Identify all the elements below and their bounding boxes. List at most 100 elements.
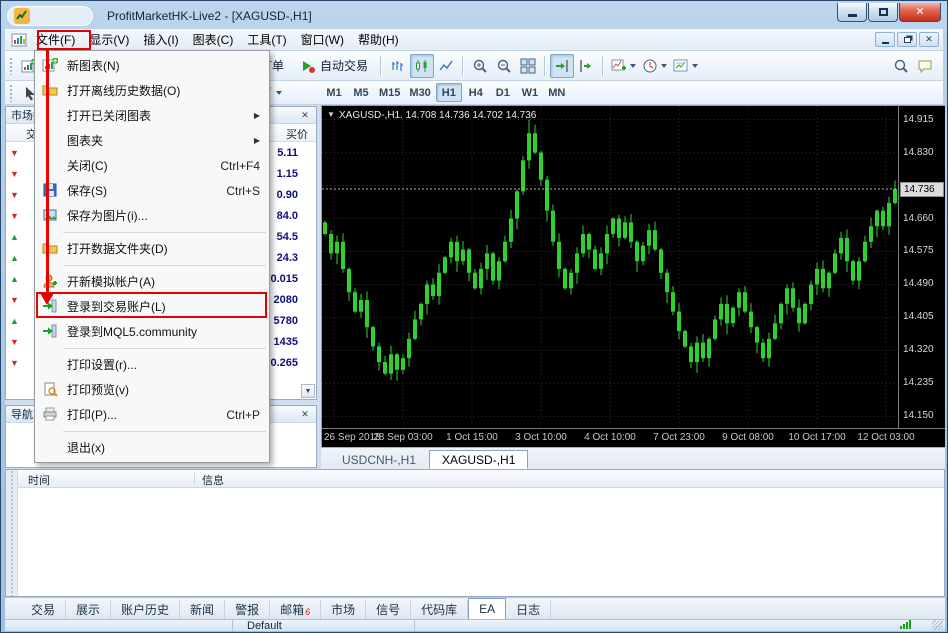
terminal-tab-邮箱[interactable]: 邮箱6 — [270, 600, 321, 619]
terminal-tab-EA[interactable]: EA — [468, 598, 506, 619]
menu-item-6[interactable]: 帮助(H) — [351, 28, 406, 51]
terminal-header: 时间 信息 — [18, 470, 944, 488]
app-logo-icon[interactable] — [14, 8, 30, 24]
templates-button[interactable] — [670, 54, 701, 78]
toolbar-grip[interactable] — [9, 57, 14, 75]
file-menu-item[interactable]: 退出(x) — [35, 435, 269, 460]
search-icon[interactable] — [889, 54, 913, 78]
timeframe-button-MN[interactable]: MN — [544, 83, 570, 102]
close-icon[interactable]: ✕ — [299, 409, 311, 420]
terminal-body[interactable] — [18, 488, 944, 596]
timeframe-button-M30[interactable]: M30 — [405, 83, 434, 102]
chart-minimize-button[interactable] — [875, 32, 895, 47]
price-tick-label: 14.830 — [903, 147, 934, 158]
timeframe-button-M15[interactable]: M15 — [375, 83, 404, 102]
quote-price: 2080 — [274, 294, 298, 306]
file-menu-item[interactable]: 开新模拟帐户(A) — [35, 269, 269, 294]
chart-window[interactable]: ▼ XAGUSD-,H1. 14.708 14.736 14.702 14.73… — [321, 105, 945, 447]
file-menu-item[interactable]: 打印预览(v) — [35, 377, 269, 402]
timeframe-button-M1[interactable]: M1 — [321, 83, 347, 102]
title-bar[interactable]: ProfitMarketHK-Live2 - [XAGUSD-,H1] ✕ — [5, 3, 943, 28]
chart-plot-area[interactable] — [322, 106, 898, 428]
time-axis[interactable]: 26 Sep 201828 Sep 03:001 Oct 15:003 Oct … — [322, 428, 945, 447]
auto-scroll-button[interactable] — [550, 54, 574, 78]
column-ask[interactable]: 买价 — [286, 126, 308, 142]
chart-restore-button[interactable] — [897, 32, 917, 47]
menu-item-4[interactable]: 工具(T) — [240, 28, 293, 51]
timeframe-button-H1[interactable]: H1 — [436, 83, 462, 102]
column-message[interactable]: 信息 — [202, 472, 224, 488]
autotrading-label: 自动交易 — [320, 57, 368, 74]
terminal-tab-市场[interactable]: 市场 — [321, 600, 366, 619]
terminal-dock-grip[interactable] — [6, 470, 18, 596]
terminal-tab-代码库[interactable]: 代码库 — [411, 600, 468, 619]
file-menu-item[interactable]: 关闭(C)Ctrl+F4 — [35, 153, 269, 178]
window-minimize-button[interactable] — [837, 3, 867, 22]
menu-bar: 文件(F)显示(V)插入(I)图表(C)工具(T)窗口(W)帮助(H) ✕ — [5, 29, 943, 51]
tile-windows-button[interactable] — [516, 54, 540, 78]
timeframe-button-H4[interactable]: H4 — [463, 83, 489, 102]
file-menu-item[interactable]: 保存(S)Ctrl+S — [35, 178, 269, 203]
menu-item-3[interactable]: 图表(C) — [186, 28, 241, 51]
chart-window-icon[interactable] — [11, 32, 29, 48]
terminal-tab-账户历史[interactable]: 账户历史 — [111, 600, 180, 619]
scroll-down-icon[interactable]: ▼ — [301, 384, 315, 398]
toolbar-grip[interactable] — [9, 84, 14, 102]
navigator-title: 导航 — [11, 406, 33, 422]
tick-down-icon: ▼ — [10, 357, 22, 369]
file-menu-item[interactable]: 新图表(N) — [35, 53, 269, 78]
chart-close-button[interactable]: ✕ — [919, 32, 939, 47]
terminal-tab-信号[interactable]: 信号 — [366, 600, 411, 619]
menu-item-2[interactable]: 插入(I) — [136, 28, 185, 51]
autotrading-button[interactable]: 自动交易 — [292, 54, 376, 78]
file-menu-item[interactable]: 打开数据文件夹(D) — [35, 236, 269, 261]
terminal-tab-bar: 交易展示账户历史新闻警报邮箱6市场信号代码库EA日志 — [5, 597, 945, 619]
column-time[interactable]: 时间 — [28, 472, 50, 488]
periods-button[interactable] — [639, 54, 670, 78]
line-chart-button[interactable] — [434, 54, 458, 78]
file-menu-item[interactable]: 打开已关闭图表▶ — [35, 103, 269, 128]
terminal-tab-新闻[interactable]: 新闻 — [180, 600, 225, 619]
zoom-out-button[interactable] — [492, 54, 516, 78]
price-tick-label: 14.490 — [903, 278, 934, 289]
menu-item-5[interactable]: 窗口(W) — [294, 28, 351, 51]
community-chat-icon[interactable] — [913, 54, 937, 78]
quote-price: 0.015 — [270, 273, 298, 285]
tick-down-icon: ▼ — [10, 294, 22, 306]
chart-shift-button[interactable] — [574, 54, 598, 78]
terminal-tab-展示[interactable]: 展示 — [66, 600, 111, 619]
file-menu-item[interactable]: 打开离线历史数据(O) — [35, 78, 269, 103]
menu-shortcut: Ctrl+S — [226, 184, 260, 198]
resize-grip[interactable] — [932, 620, 943, 630]
bar-chart-button[interactable] — [386, 54, 410, 78]
price-axis[interactable]: 14.736 14.91514.83014.66014.57514.49014.… — [898, 106, 945, 428]
terminal-tab-日志[interactable]: 日志 — [506, 600, 551, 619]
status-segment — [5, 620, 233, 631]
zoom-in-button[interactable] — [468, 54, 492, 78]
timeframe-button-D1[interactable]: D1 — [490, 83, 516, 102]
window-close-button[interactable]: ✕ — [899, 3, 941, 22]
terminal-tab-交易[interactable]: 交易 — [21, 600, 66, 619]
chart-tab[interactable]: USDCNH-,H1 — [329, 450, 429, 469]
print-preview-icon — [42, 381, 58, 397]
timeframe-button-M5[interactable]: M5 — [348, 83, 374, 102]
file-menu-item[interactable]: 打印(P)...Ctrl+P — [35, 402, 269, 427]
file-menu-item[interactable]: 登录到MQL5.community — [35, 319, 269, 344]
submenu-arrow-icon: ▶ — [254, 111, 260, 120]
timeframe-button-W1[interactable]: W1 — [517, 83, 543, 102]
one-click-trading-icon[interactable]: ▼ — [327, 110, 335, 119]
file-menu-item[interactable]: 图表夹▶ — [35, 128, 269, 153]
candlestick-chart-button[interactable] — [410, 54, 434, 78]
window-title: ProfitMarketHK-Live2 - [XAGUSD-,H1] — [107, 9, 312, 23]
chart-tab[interactable]: XAGUSD-,H1 — [429, 450, 528, 469]
file-menu-item[interactable]: 保存为图片(i)... — [35, 203, 269, 228]
status-profile[interactable]: Default — [233, 620, 415, 631]
price-tick-label: 14.575 — [903, 245, 934, 256]
close-icon[interactable]: ✕ — [299, 110, 311, 121]
price-tick-label: 14.915 — [903, 114, 934, 125]
window-maximize-button[interactable] — [868, 3, 898, 22]
indicators-button[interactable] — [608, 54, 639, 78]
terminal-tab-警报[interactable]: 警报 — [225, 600, 270, 619]
price-tick-label: 14.405 — [903, 311, 934, 322]
file-menu-item[interactable]: 打印设置(r)... — [35, 352, 269, 377]
